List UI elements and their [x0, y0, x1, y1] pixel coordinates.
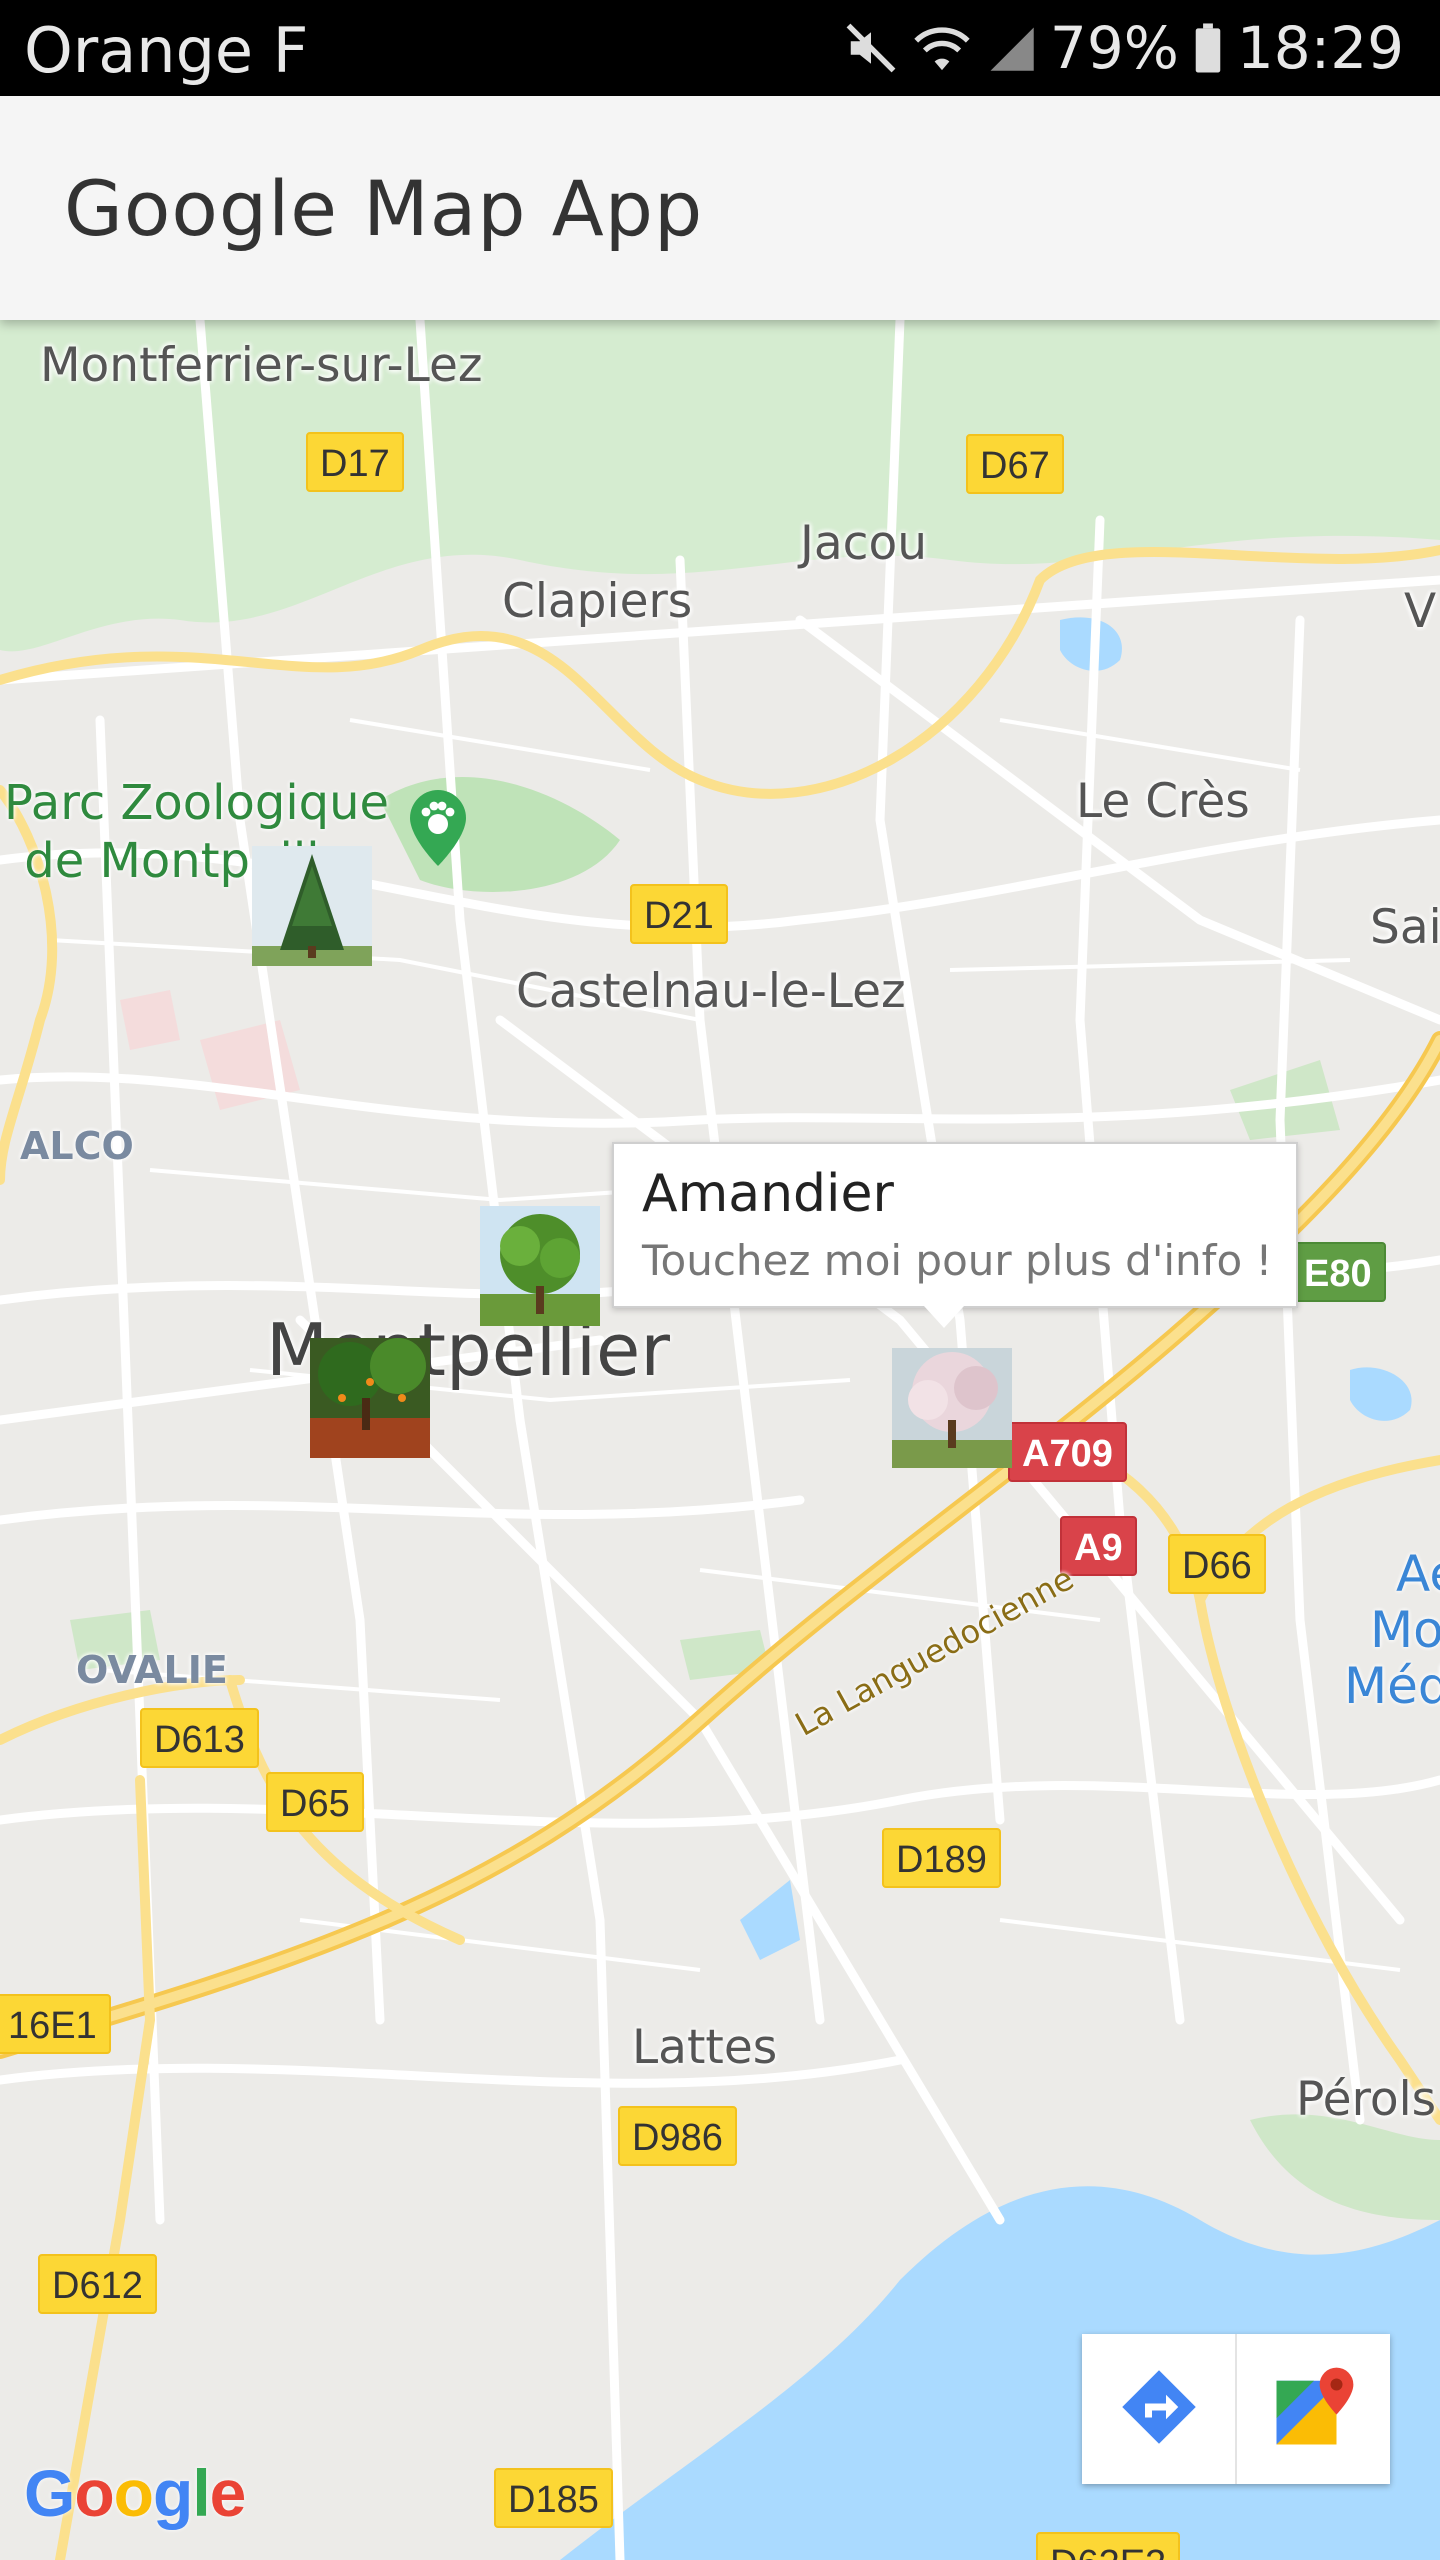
open-in-maps-button[interactable] — [1235, 2334, 1390, 2484]
info-window-title: Amandier — [642, 1164, 894, 1224]
place-castelnau: Castelnau-le-Lez — [516, 964, 906, 1019]
signal-icon — [986, 21, 1036, 75]
zoo-label-line1: Parc Zoologique — [4, 775, 390, 831]
place-v-partial: V — [1404, 584, 1437, 639]
carrier-name: Orange F — [24, 14, 309, 87]
place-clapiers: Clapiers — [502, 574, 693, 629]
place-jacou: Jacou — [800, 516, 928, 571]
place-le-cres: Le Crès — [1076, 774, 1250, 829]
map-tiles — [0, 320, 1440, 2560]
place-montferrier: Montferrier-sur-Lez — [40, 338, 483, 393]
road-shield-d66: D66 — [1168, 1534, 1266, 1594]
place-lattes: Lattes — [632, 2020, 778, 2075]
district-alco: ALCO — [20, 1124, 134, 1168]
road-shield-16e1: 16E1 — [0, 1994, 111, 2054]
directions-icon — [1117, 2365, 1201, 2454]
google-logo: Google — [24, 2456, 246, 2530]
google-maps-icon — [1269, 2362, 1359, 2457]
mute-icon — [844, 21, 898, 75]
info-window-snippet: Touchez moi pour plus d'info ! — [642, 1236, 1273, 1285]
road-shield-a9: A9 — [1060, 1516, 1137, 1576]
road-shield-a709: A709 — [1008, 1422, 1127, 1482]
partial-blue-line1: Ae — [1396, 1545, 1440, 1603]
status-bar: Orange F 79% 18:29 — [0, 0, 1440, 96]
clock: 18:29 — [1236, 14, 1404, 82]
road-shield-d185: D185 — [494, 2468, 613, 2528]
road-shield-d612: D612 — [38, 2254, 157, 2314]
road-shield-e80: E80 — [1290, 1242, 1386, 1302]
tree-marker-orange[interactable] — [310, 1338, 430, 1458]
battery-icon — [1193, 21, 1223, 75]
partial-blue-label: Ae Mo Méd — [1344, 1545, 1440, 1714]
road-shield-d613: D613 — [140, 1708, 259, 1768]
district-ovalie: OVALIE — [76, 1648, 228, 1692]
road-shield-d62e2: D62E2 — [1036, 2532, 1181, 2560]
tree-marker-almond[interactable] — [892, 1348, 1012, 1468]
place-sai-partial: Sai — [1370, 900, 1440, 955]
tree-marker-fir[interactable] — [252, 846, 372, 966]
road-shield-d65: D65 — [266, 1772, 364, 1832]
directions-button[interactable] — [1082, 2334, 1235, 2484]
wifi-icon — [912, 21, 972, 75]
battery-level: 79% — [1049, 14, 1179, 82]
tree-marker-green[interactable] — [480, 1206, 600, 1326]
map-view[interactable]: Montferrier-sur-Lez Jacou Clapiers Le Cr… — [0, 320, 1440, 2560]
place-perols: Pérols — [1296, 2072, 1437, 2127]
road-shield-d17: D17 — [306, 432, 404, 492]
info-window[interactable]: Amandier Touchez moi pour plus d'info ! — [612, 1142, 1298, 1328]
partial-blue-line3: Méd — [1344, 1657, 1440, 1715]
page-title: Google Map App — [64, 164, 704, 253]
road-shield-d21: D21 — [630, 884, 728, 944]
app-bar: Google Map App — [0, 96, 1440, 320]
zoo-paw-icon[interactable] — [408, 790, 468, 866]
status-icons: 79% 18:29 — [844, 0, 1404, 96]
road-shield-d986: D986 — [618, 2106, 737, 2166]
partial-blue-line2: Mo — [1370, 1601, 1440, 1659]
map-toolbar — [1082, 2334, 1390, 2484]
road-shield-d67: D67 — [966, 434, 1064, 494]
road-shield-d189: D189 — [882, 1828, 1001, 1888]
